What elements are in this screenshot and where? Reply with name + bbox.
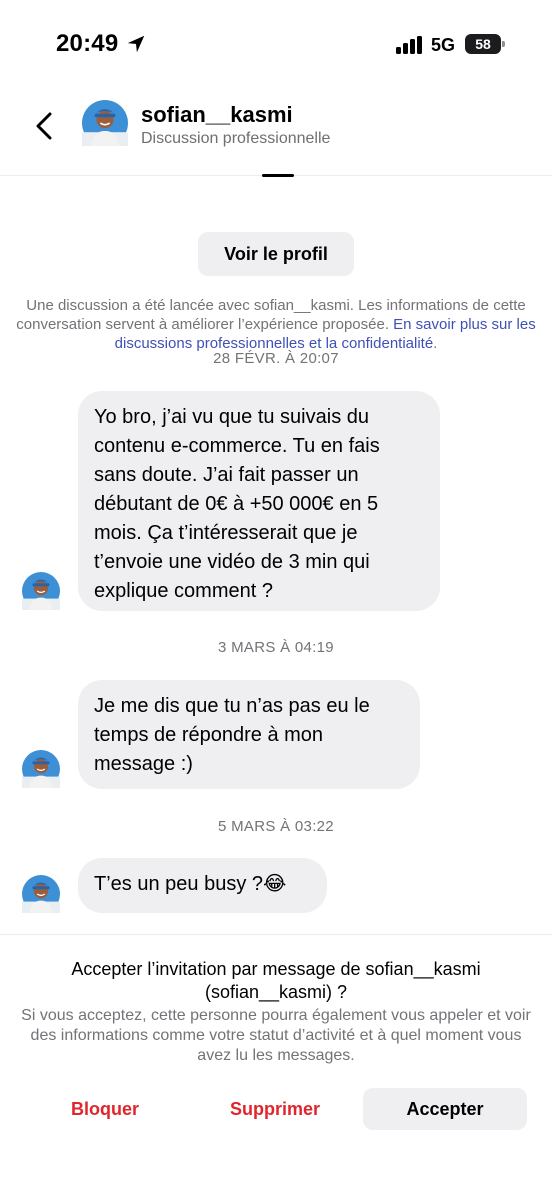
message-bubble[interactable]: T’es un peu busy ?😂 bbox=[78, 858, 327, 913]
invite-title: Accepter l’invitation par message de sof… bbox=[71, 959, 481, 1002]
avatar[interactable] bbox=[22, 750, 60, 788]
message-timestamp: 5 MARS À 03:22 bbox=[218, 818, 334, 835]
location-arrow-icon bbox=[127, 35, 145, 53]
invite-description: Si vous acceptez, cette personne pourra … bbox=[21, 1007, 531, 1064]
scroll-indicator bbox=[262, 174, 294, 177]
avatar[interactable] bbox=[22, 572, 60, 610]
accept-button[interactable]: Accepter bbox=[363, 1088, 527, 1130]
cellular-signal-icon bbox=[396, 36, 422, 54]
status-time: 20:49 bbox=[56, 30, 119, 57]
avatar[interactable] bbox=[22, 875, 60, 913]
back-arrow-icon[interactable] bbox=[24, 106, 64, 146]
message-bubble[interactable]: Je me dis que tu n’as pas eu le temps de… bbox=[78, 680, 420, 789]
battery-level: 58 bbox=[475, 36, 491, 52]
status-bar: 20:49 5G 58 bbox=[0, 0, 552, 90]
block-button[interactable]: Bloquer bbox=[40, 1088, 170, 1130]
chat-type-label: Discussion professionnelle bbox=[141, 130, 331, 147]
message-timestamp: 28 FÉVR. À 20:07 bbox=[213, 350, 339, 367]
delete-button[interactable]: Supprimer bbox=[200, 1088, 350, 1130]
contact-name[interactable]: sofian__kasmi bbox=[141, 102, 293, 128]
message-bubble[interactable]: Yo bro, j’ai vu que tu suivais du conten… bbox=[78, 391, 440, 611]
message-timestamp: 3 MARS À 04:19 bbox=[218, 639, 334, 656]
battery-icon: 58 bbox=[465, 34, 505, 54]
view-profile-button[interactable]: Voir le profil bbox=[198, 232, 354, 276]
network-type: 5G bbox=[431, 35, 456, 55]
footer-divider bbox=[0, 934, 552, 935]
avatar[interactable] bbox=[82, 100, 128, 146]
chat-header: sofian__kasmi Discussion professionnelle bbox=[0, 90, 552, 176]
system-notice: Une discussion a été lancée avec sofian_… bbox=[16, 296, 536, 353]
